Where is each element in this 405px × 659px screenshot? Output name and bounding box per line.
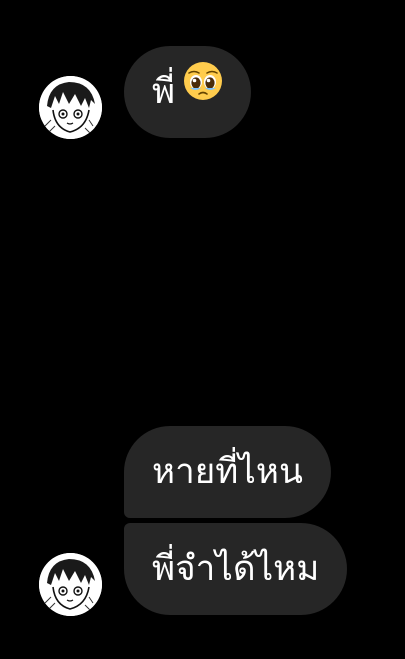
avatar[interactable]	[39, 76, 102, 139]
message-bubble[interactable]: พี่จำได้ไหม	[124, 523, 348, 615]
manga-avatar-icon	[39, 553, 102, 616]
message-bubble[interactable]: หายที่ไหน	[124, 426, 331, 518]
message-text: หายที่ไหน	[152, 452, 303, 492]
pleading-face-icon	[183, 44, 223, 136]
avatar[interactable]	[39, 553, 102, 616]
message-bubble[interactable]: พี่	[124, 44, 252, 138]
message-text: พี่	[152, 72, 176, 112]
manga-avatar-icon	[39, 76, 102, 139]
message-text: พี่จำได้ไหม	[152, 549, 320, 589]
